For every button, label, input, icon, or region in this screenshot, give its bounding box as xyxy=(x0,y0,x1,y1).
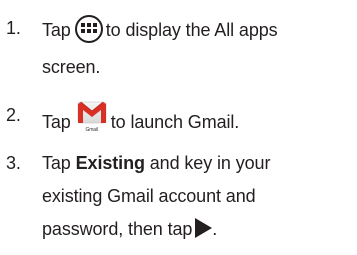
step-1-text: Tap to display the All apps xyxy=(42,15,278,45)
step-1-description: to display the All apps xyxy=(105,19,278,40)
forward-arrow-icon xyxy=(195,218,213,239)
step-2-text: Tap Gmail to launch Gmail. xyxy=(42,101,240,142)
step-1-tap-text: Tap xyxy=(42,19,71,40)
step-2-tap-text: Tap xyxy=(42,111,71,132)
step-3-number: 3. xyxy=(6,153,21,173)
step-2-description: to launch Gmail. xyxy=(110,111,240,132)
step-3-text-3: password, then tap. xyxy=(42,218,217,240)
gmail-icon: Gmail xyxy=(75,98,109,136)
step-3-existing-label: Existing xyxy=(75,153,145,173)
step-3-text-1: Tap Existing and key in your xyxy=(42,152,270,174)
step-3-period: . xyxy=(212,219,218,239)
gmail-icon-caption: Gmail xyxy=(85,127,99,133)
step-3-text-2: existing Gmail account and xyxy=(42,186,256,206)
step-3-password-text: password, then tap xyxy=(42,219,193,239)
gmail-envelope-icon xyxy=(77,101,107,124)
all-apps-icon xyxy=(74,15,103,43)
instruction-page: 1. Tap to display the All apps screen. 2.… xyxy=(0,0,357,255)
step-1-number: 1. xyxy=(6,18,21,38)
step-3-tap-text: Tap xyxy=(42,153,71,173)
step-1-continuation: screen. xyxy=(42,57,101,77)
step-2-number: 2. xyxy=(6,105,21,125)
step-3-description: and key in your xyxy=(149,153,271,173)
